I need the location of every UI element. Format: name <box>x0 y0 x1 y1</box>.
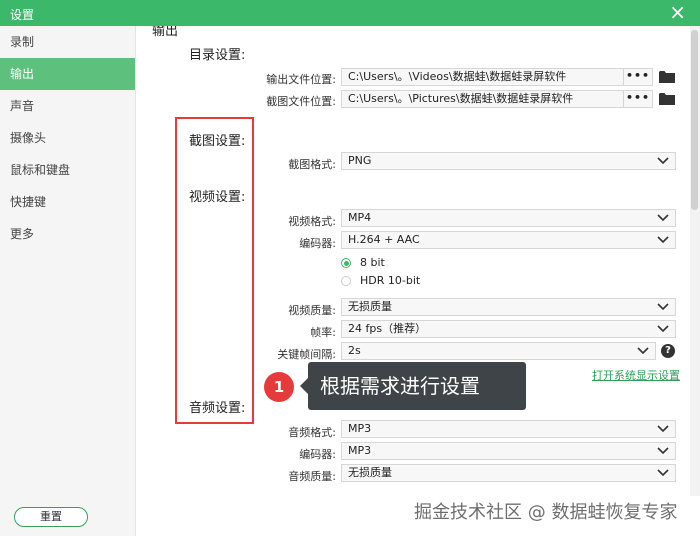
annotation-tooltip: 根据需求进行设置 <box>300 362 526 410</box>
reset-button[interactable]: 重置 <box>14 507 88 527</box>
audio-quality-select[interactable]: 无损质量 <box>341 464 676 482</box>
audio-format-value: MP3 <box>348 422 372 435</box>
section-title: 输出 <box>152 26 179 39</box>
browse-screenshot-button[interactable]: ••• <box>623 91 652 107</box>
bitdepth-hdr-label: HDR 10-bit <box>360 274 421 287</box>
video-format-value: MP4 <box>348 211 372 224</box>
audio-quality-label: 音频质量: <box>288 470 336 483</box>
chevron-down-icon <box>657 325 669 333</box>
output-path-value: C:\Users\。\Videos\数据蛙\数据蛙录屏软件 <box>348 70 567 83</box>
close-icon[interactable]: × <box>669 1 686 23</box>
bitdepth-hdr-radio[interactable] <box>341 276 351 286</box>
step-marker: 1 <box>264 372 294 402</box>
window-title: 设置 <box>10 8 35 22</box>
output-location-label: 输出文件位置: <box>266 73 336 86</box>
audio-encoder-value: MP3 <box>348 444 372 457</box>
chevron-down-icon <box>637 347 649 355</box>
chevron-down-icon <box>657 469 669 477</box>
video-quality-select[interactable]: 无损质量 <box>341 298 676 316</box>
folder-icon[interactable] <box>659 92 675 105</box>
audio-encoder-label: 编码器: <box>299 448 336 461</box>
keyframe-value: 2s <box>348 344 361 357</box>
browse-output-button[interactable]: ••• <box>623 69 652 85</box>
sidebar-item-output[interactable]: 输出 <box>0 58 135 90</box>
fps-select[interactable]: 24 fps（推荐） <box>341 320 676 338</box>
sidebar-item-more[interactable]: 更多 <box>0 218 135 250</box>
sidebar-item-sound[interactable]: 声音 <box>0 90 135 122</box>
title-bar: 设置 × <box>0 0 700 26</box>
video-encoder-select[interactable]: H.264 + AAC <box>341 231 676 249</box>
scrollbar-thumb[interactable] <box>691 30 698 210</box>
screenshot-format-value: PNG <box>348 154 372 167</box>
screenshot-path-field[interactable]: C:\Users\。\Pictures\数据蛙\数据蛙录屏软件 ••• <box>341 90 653 108</box>
fps-value: 24 fps（推荐） <box>348 322 427 335</box>
bitdepth-8bit-radio[interactable] <box>341 258 351 268</box>
help-icon[interactable]: ? <box>661 344 675 358</box>
bitdepth-8bit-label: 8 bit <box>360 256 385 269</box>
keyframe-select[interactable]: 2s <box>341 342 656 360</box>
scrollbar[interactable] <box>690 26 700 496</box>
sidebar-item-mouse-keyboard[interactable]: 鼠标和键盘 <box>0 154 135 186</box>
chevron-down-icon <box>657 214 669 222</box>
video-format-select[interactable]: MP4 <box>341 209 676 227</box>
chevron-down-icon <box>657 303 669 311</box>
screenshot-format-select[interactable]: PNG <box>341 152 676 170</box>
sidebar: 录制 输出 声音 摄像头 鼠标和键盘 快捷键 更多 <box>0 26 136 536</box>
video-quality-value: 无损质量 <box>348 300 392 313</box>
folder-icon[interactable] <box>659 70 675 83</box>
audio-encoder-select[interactable]: MP3 <box>341 442 676 460</box>
screenshot-path-value: C:\Users\。\Pictures\数据蛙\数据蛙录屏软件 <box>348 92 574 105</box>
output-path-field[interactable]: C:\Users\。\Videos\数据蛙\数据蛙录屏软件 ••• <box>341 68 653 86</box>
audio-format-label: 音频格式: <box>288 426 336 439</box>
open-display-settings-link[interactable]: 打开系统显示设置 <box>592 367 680 383</box>
chevron-down-icon <box>657 236 669 244</box>
sidebar-item-shortcuts[interactable]: 快捷键 <box>0 186 135 218</box>
chevron-down-icon <box>657 425 669 433</box>
dir-settings-heading: 目录设置: <box>189 48 246 63</box>
chevron-down-icon <box>657 447 669 455</box>
chevron-down-icon <box>657 157 669 165</box>
sidebar-item-camera[interactable]: 摄像头 <box>0 122 135 154</box>
audio-quality-value: 无损质量 <box>348 466 392 479</box>
sidebar-item-record[interactable]: 录制 <box>0 26 135 58</box>
screenshot-location-label: 截图文件位置: <box>266 95 336 108</box>
audio-format-select[interactable]: MP3 <box>341 420 676 438</box>
video-encoder-value: H.264 + AAC <box>348 233 420 246</box>
highlight-box <box>175 117 254 424</box>
watermark: 掘金技术社区 @ 数据蛙恢复专家 <box>414 502 678 523</box>
